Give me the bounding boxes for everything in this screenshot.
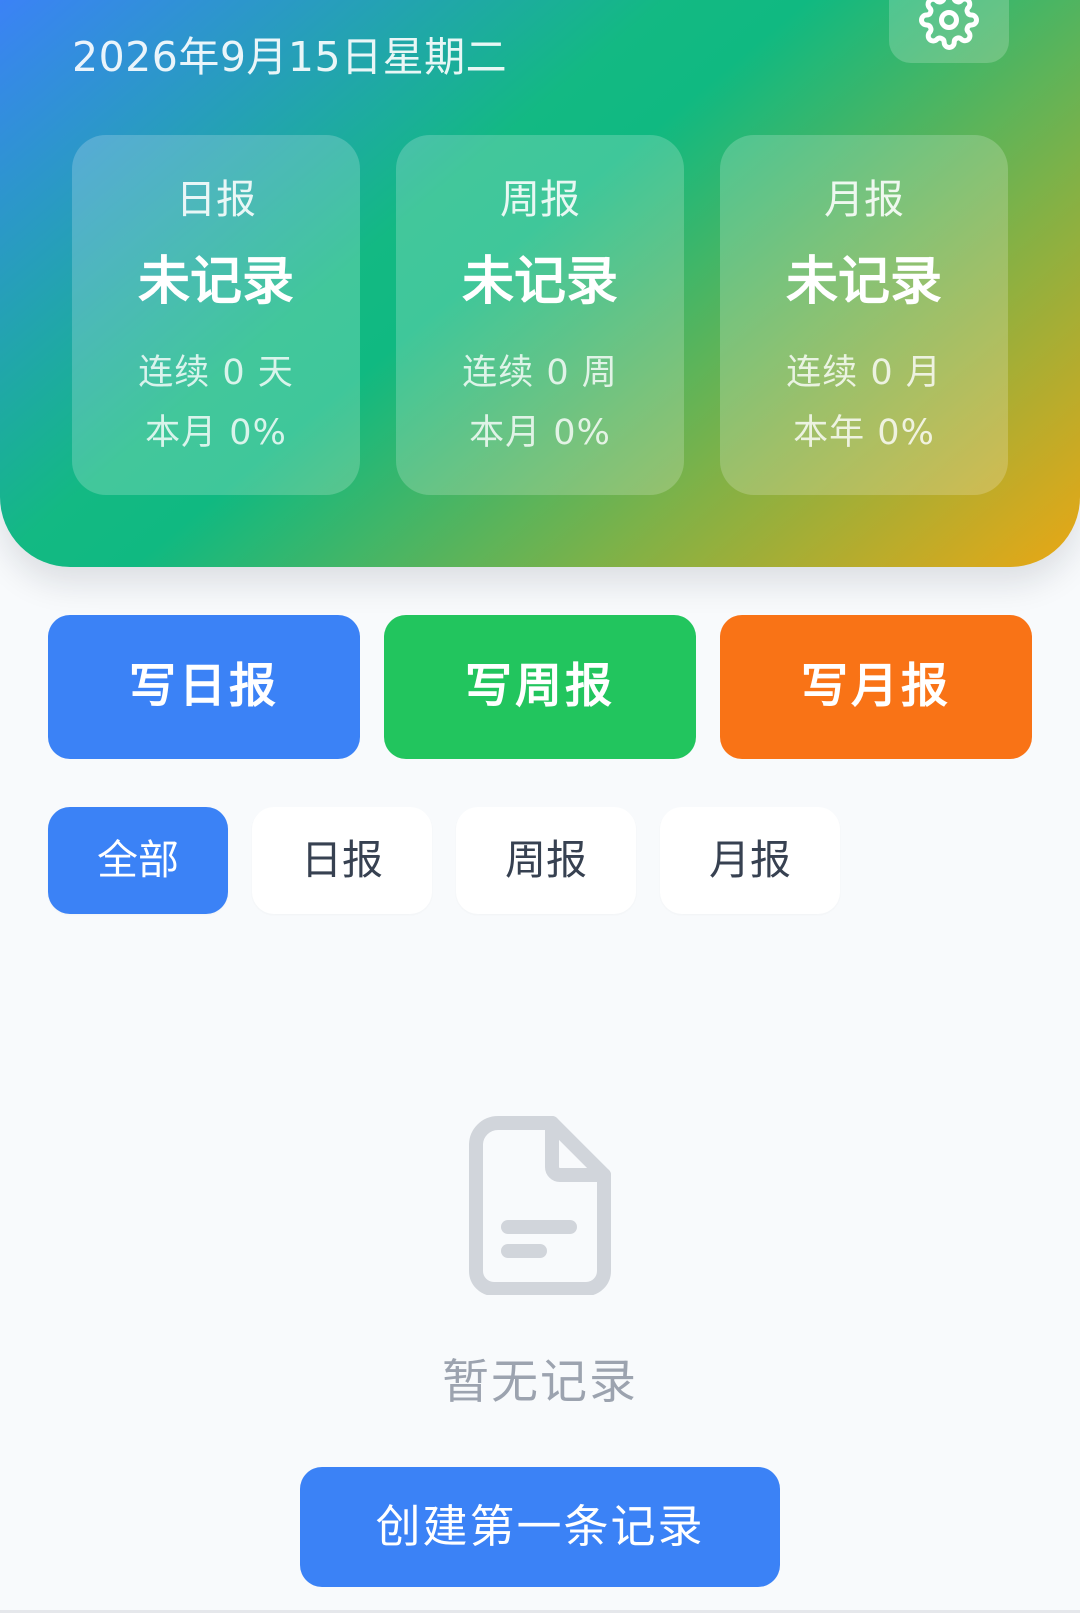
filter-tab-all[interactable]: 全部 xyxy=(48,807,228,914)
weekly-stat-card: 周报 未记录 连续 0 周 本月 0% xyxy=(396,135,684,495)
filter-tab-daily[interactable]: 日报 xyxy=(252,807,432,914)
write-monthly-button[interactable]: 写月报 xyxy=(720,615,1032,759)
stat-streak: 连续 0 天 xyxy=(138,353,294,393)
daily-stat-card: 日报 未记录 连续 0 天 本月 0% xyxy=(72,135,360,495)
stat-title: 月报 xyxy=(824,177,904,223)
header-banner: 2026年9月15日星期二 日报 未记录 连续 0 天 本月 0% 周报 未记录… xyxy=(0,0,1080,567)
gear-icon xyxy=(919,0,979,50)
stat-rate: 本月 0% xyxy=(469,413,611,453)
stat-streak: 连续 0 月 xyxy=(786,353,942,393)
create-first-record-button[interactable]: 创建第一条记录 xyxy=(300,1467,780,1587)
filter-tab-monthly[interactable]: 月报 xyxy=(660,807,840,914)
monthly-stat-card: 月报 未记录 连续 0 月 本年 0% xyxy=(720,135,1008,495)
stat-streak: 连续 0 周 xyxy=(462,353,618,393)
stat-rate: 本年 0% xyxy=(793,413,935,453)
stat-status: 未记录 xyxy=(461,252,618,312)
stat-title: 周报 xyxy=(500,177,580,223)
empty-state-text: 暂无记录 xyxy=(442,1355,638,1410)
stat-title: 日报 xyxy=(176,177,256,223)
stat-rate: 本月 0% xyxy=(145,413,287,453)
document-icon xyxy=(468,1115,612,1299)
stat-status: 未记录 xyxy=(137,252,294,312)
settings-button[interactable] xyxy=(889,0,1009,63)
write-weekly-button[interactable]: 写周报 xyxy=(384,615,696,759)
write-daily-button[interactable]: 写日报 xyxy=(48,615,360,759)
stat-status: 未记录 xyxy=(785,252,942,312)
filter-tab-weekly[interactable]: 周报 xyxy=(456,807,636,914)
current-date: 2026年9月15日星期二 xyxy=(72,33,508,81)
